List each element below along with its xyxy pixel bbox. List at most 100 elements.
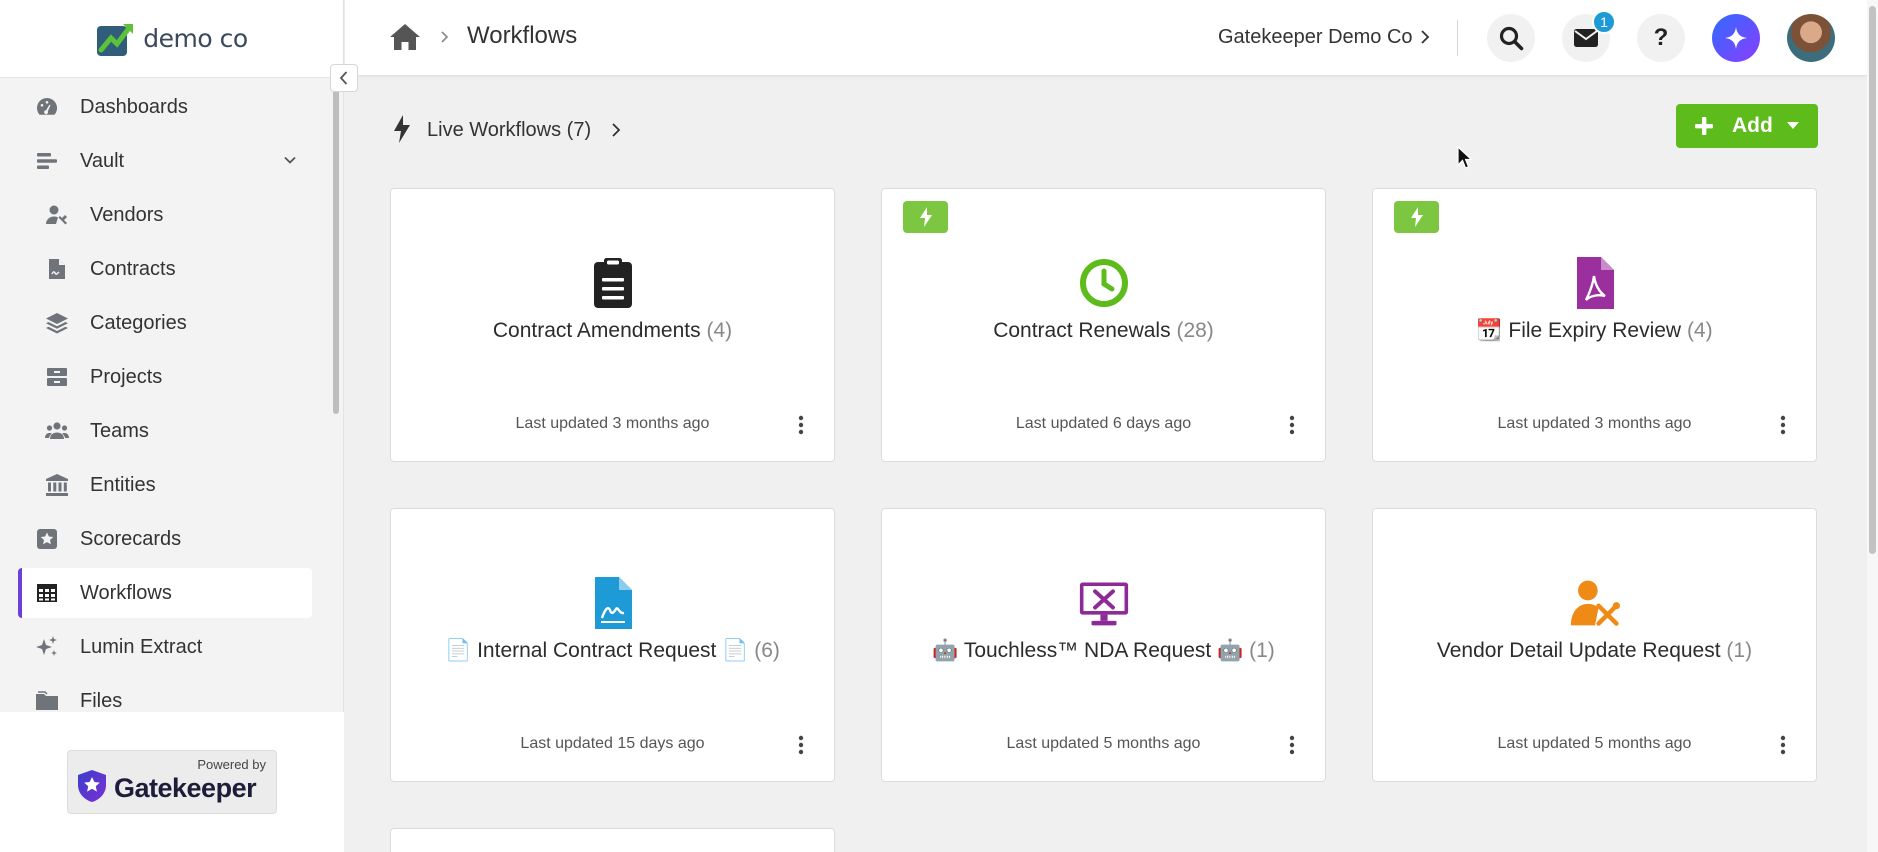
workflow-card-contract-amendments[interactable]: Contract Amendments (4) Last updated 3 m… (390, 188, 835, 462)
kebab-menu-icon[interactable] (798, 735, 804, 755)
kebab-menu-icon[interactable] (1289, 415, 1295, 435)
kebab-menu-icon[interactable] (1289, 735, 1295, 755)
top-header: Workflows Gatekeeper Demo Co 1 ? (345, 0, 1867, 76)
user-avatar[interactable] (1787, 14, 1835, 62)
card-count: (1) (1249, 639, 1275, 662)
add-button[interactable]: Add (1676, 104, 1818, 148)
landmark-icon (44, 472, 70, 498)
powered-by-label: Powered by (197, 757, 266, 772)
header-divider (1457, 20, 1458, 56)
chevron-left-icon (339, 71, 348, 85)
brand[interactable]: demo co (0, 0, 343, 78)
gauge-icon (34, 94, 60, 120)
sidebar-item-files[interactable]: Files (18, 676, 312, 712)
chevron-right-icon (441, 31, 449, 43)
card-title: Vendor Detail Update Request (1) (1373, 639, 1816, 663)
sidebar-item-categories[interactable]: Categories (18, 298, 312, 348)
bolt-icon (394, 115, 410, 143)
sidebar: demo co Dashboards Vault Vendors Contrac… (0, 0, 344, 852)
chevron-right-icon[interactable] (1418, 28, 1432, 46)
card-title-text: 📄 Internal Contract Request 📄 (445, 639, 749, 662)
kebab-menu-icon[interactable] (1780, 415, 1786, 435)
workflow-card-touchless-nda-request[interactable]: 🤖 Touchless™ NDA Request 🤖 (1) Last upda… (881, 508, 1326, 782)
chevron-right-icon[interactable] (610, 122, 622, 138)
sparkles-icon (34, 634, 60, 660)
workflow-card-file-expiry-review[interactable]: 📆 File Expiry Review (4) Last updated 3 … (1372, 188, 1817, 462)
card-count: (6) (754, 639, 780, 662)
powered-by-footer: Powered by Gatekeeper (0, 712, 344, 852)
workflow-card-partial[interactable] (390, 828, 835, 852)
sidebar-item-label: Categories (90, 311, 187, 334)
archive-icon (44, 364, 70, 390)
card-title: Contract Renewals (28) (882, 319, 1325, 343)
sidebar-item-lumin-extract[interactable]: Lumin Extract (18, 622, 312, 672)
users-icon (44, 418, 70, 444)
sidebar-item-label: Vault (80, 149, 125, 172)
kebab-menu-icon[interactable] (1780, 735, 1786, 755)
page-scrollbar[interactable] (1867, 0, 1878, 852)
file-signature-icon (44, 256, 70, 282)
search-icon (1499, 26, 1524, 51)
sidebar-item-dashboards[interactable]: Dashboards (18, 82, 312, 132)
kebab-menu-icon[interactable] (798, 415, 804, 435)
ai-assistant-button[interactable] (1712, 14, 1760, 62)
sidebar-item-scorecards[interactable]: Scorecards (18, 514, 312, 564)
card-updated: Last updated 3 months ago (515, 415, 710, 432)
file-signature-icon (588, 575, 638, 631)
powered-by-badge[interactable]: Powered by Gatekeeper (67, 750, 277, 814)
shield-star-icon (78, 770, 106, 802)
org-switcher[interactable]: Gatekeeper Demo Co (1218, 26, 1413, 49)
sidebar-item-label: Contracts (90, 257, 176, 280)
search-button[interactable] (1487, 14, 1535, 62)
brand-logo-icon (97, 23, 134, 56)
sidebar-item-workflows[interactable]: Workflows (18, 568, 312, 618)
question-icon: ? (1653, 24, 1669, 51)
powered-by-name: Gatekeeper (114, 773, 257, 803)
card-title-text: Contract Renewals (993, 319, 1171, 342)
card-count: (4) (1686, 319, 1713, 342)
messages-button[interactable]: 1 (1562, 10, 1616, 62)
card-title: Contract Amendments (4) (391, 319, 834, 343)
sidebar-item-projects[interactable]: Projects (18, 352, 312, 402)
card-title: 📆 File Expiry Review (4) (1373, 319, 1816, 343)
stack-icon (44, 310, 70, 336)
folder-icon (34, 688, 60, 712)
sidebar-item-teams[interactable]: Teams (18, 406, 312, 456)
card-count: (1) (1726, 639, 1753, 662)
mouse-cursor-icon (1457, 146, 1473, 169)
live-badge (903, 201, 948, 233)
sidebar-item-contracts[interactable]: Contracts (18, 244, 312, 294)
clock-icon (1079, 255, 1129, 311)
collapse-sidebar-button[interactable] (330, 64, 358, 92)
bolt-icon (1410, 207, 1423, 227)
sidebar-item-label: Vendors (90, 203, 164, 226)
help-button[interactable]: ? (1637, 14, 1685, 62)
sidebar-item-vault[interactable]: Vault (18, 136, 312, 186)
table-icon (34, 580, 60, 606)
star-square-icon (34, 526, 60, 552)
live-workflows-link[interactable]: Live Workflows (7) (427, 119, 591, 142)
workflow-card-contract-renewals[interactable]: Contract Renewals (28) Last updated 6 da… (881, 188, 1326, 462)
home-icon[interactable] (389, 22, 421, 52)
user-gear-icon (1570, 575, 1620, 631)
monitor-tools-icon (1079, 575, 1129, 631)
unread-count-badge: 1 (1592, 10, 1616, 34)
card-updated: Last updated 5 months ago (1497, 735, 1692, 752)
sidebar-scrollbar[interactable] (333, 86, 339, 414)
sidebar-item-entities[interactable]: Entities (18, 460, 312, 510)
sparkle-icon (1725, 27, 1747, 49)
workflow-card-vendor-detail-update-request[interactable]: Vendor Detail Update Request (1) Last up… (1372, 508, 1817, 782)
sidebar-item-vendors[interactable]: Vendors (18, 190, 312, 240)
sidebar-item-label: Projects (90, 365, 163, 388)
page-title: Workflows (467, 22, 578, 49)
card-updated: Last updated 5 months ago (1006, 735, 1201, 752)
workflow-card-internal-contract-request[interactable]: 📄 Internal Contract Request 📄 (6) Last u… (390, 508, 835, 782)
card-updated: Last updated 15 days ago (520, 735, 705, 752)
card-title-text: 🤖 Touchless™ NDA Request 🤖 (932, 639, 1244, 662)
page-scrollbar-thumb[interactable] (1869, 6, 1876, 554)
clipboard-list-icon (588, 255, 638, 311)
caret-down-icon (1786, 122, 1799, 129)
brand-name: demo co (143, 24, 248, 53)
user-tools-icon (44, 202, 70, 228)
chevron-down-icon[interactable] (282, 152, 298, 168)
